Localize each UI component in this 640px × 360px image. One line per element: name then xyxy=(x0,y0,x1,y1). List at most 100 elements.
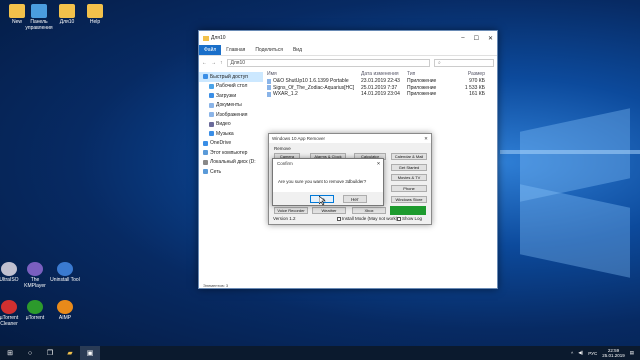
nav-item[interactable]: Рабочий стол xyxy=(199,82,263,92)
search-icon[interactable]: ○ xyxy=(20,346,40,360)
confirm-titlebar[interactable]: Confirm ✕ xyxy=(273,159,383,168)
file-name-cell: Signs_Of_The_Zodiac-Aquarius[HC] xyxy=(267,85,361,91)
file-row[interactable]: Signs_Of_The_Zodiac-Aquarius[HC] 25.01.20… xyxy=(263,85,497,92)
nav-item-label: OneDrive xyxy=(210,140,232,147)
address-bar[interactable]: Для10 xyxy=(226,58,430,67)
file-name-cell: WXAR_1.2 xyxy=(267,91,361,97)
maximize-icon[interactable]: ☐ xyxy=(474,35,479,42)
column-header[interactable]: Тип xyxy=(407,71,447,77)
file-type: Приложение xyxy=(407,91,437,98)
nav-item[interactable]: Изображения xyxy=(199,110,263,120)
desktop-icon[interactable]: The KMPlayer xyxy=(20,262,50,289)
nav-item[interactable]: Быстрый доступ xyxy=(199,72,263,82)
desktop-icon[interactable]: Uninstall Tool xyxy=(50,262,80,283)
ribbon-tab[interactable]: Файл xyxy=(199,45,222,55)
search-box[interactable]: ⌕ xyxy=(434,58,494,67)
ribbon-tab[interactable]: Поделиться xyxy=(250,45,288,55)
no-button[interactable]: Нет xyxy=(343,195,367,203)
app-remove-button[interactable]: Xbox xyxy=(352,207,386,214)
file-name: O&O ShutUp10 1.6.1399 Portable xyxy=(273,78,349,85)
confirm-dialog[interactable]: Confirm ✕ Are you sure you want to remov… xyxy=(272,158,384,206)
checkbox-box[interactable] xyxy=(397,216,401,221)
nav-item[interactable]: Видео xyxy=(199,120,263,130)
app-remove-button[interactable]: Windows Store xyxy=(391,196,427,203)
file-explorer-taskbar-icon[interactable]: ▰ xyxy=(60,346,80,360)
shortcut-icon xyxy=(27,300,43,314)
checkbox-box[interactable] xyxy=(337,216,341,221)
shortcut-icon xyxy=(27,262,43,276)
ribbon-tabs: Файл Главная Поделиться Вид xyxy=(199,45,497,55)
notifications-icon[interactable]: ▤ xyxy=(630,350,634,356)
desktop-icon-label: Для10 xyxy=(59,19,75,25)
desktop-icon-label: µTorrent xyxy=(25,315,45,321)
remove-label: Remove xyxy=(274,146,291,151)
app-remove-button[interactable]: Get Started xyxy=(391,164,427,171)
up-arrow-icon[interactable]: ↑ xyxy=(220,60,223,66)
nav-item[interactable]: Этот компьютер xyxy=(199,148,263,158)
language-indicator[interactable]: РУС xyxy=(588,351,597,356)
minimize-icon[interactable]: – xyxy=(461,35,464,42)
app-remover-taskbar-icon[interactable]: ▣ xyxy=(80,346,100,360)
ribbon-tab[interactable]: Вид xyxy=(288,45,307,55)
nav-item[interactable]: Музыка xyxy=(199,129,263,139)
column-header[interactable]: Дата изменения xyxy=(361,71,407,77)
app-remove-button[interactable]: Movies & TV xyxy=(391,174,427,181)
nav-item-icon xyxy=(209,83,214,89)
file-row[interactable]: O&O ShutUp10 1.6.1399 Portable 23.01.2019… xyxy=(263,78,497,85)
start-windows-icon[interactable]: ⊞ xyxy=(0,346,20,360)
speaker-icon[interactable]: ◀) xyxy=(578,350,583,356)
desktop-icon[interactable]: Панель управления xyxy=(24,4,54,31)
install-mode-checkbox[interactable]: Install Mode (May not work) xyxy=(337,216,397,221)
nav-item[interactable]: Документы xyxy=(199,101,263,111)
explorer-titlebar[interactable]: Для10 – ☐ ✕ xyxy=(199,31,497,45)
nav-item-label: Сеть xyxy=(210,168,222,175)
desktop-icon-label: Help xyxy=(89,19,101,25)
shortcut-icon xyxy=(1,262,17,276)
nav-item-label: Изображения xyxy=(216,111,248,118)
nav-item-label: Загрузки xyxy=(216,92,237,99)
app-remover-titlebar[interactable]: Windows 10 App Remover ✕ xyxy=(269,134,431,143)
shortcut-icon xyxy=(57,300,73,314)
ribbon-tab[interactable]: Главная xyxy=(221,45,250,55)
nav-item[interactable]: Загрузки xyxy=(199,91,263,101)
file-type: Приложение xyxy=(407,84,437,91)
nav-item-icon xyxy=(209,121,214,127)
app-remover-title: Windows 10 App Remover xyxy=(272,136,326,141)
show-log-checkbox[interactable]: Show Log xyxy=(397,216,422,221)
nav-item[interactable]: Сеть xyxy=(199,167,263,177)
nav-item-icon xyxy=(203,159,208,165)
desktop-icon-label: The KMPlayer xyxy=(24,277,46,289)
nav-item-label: Локальный диск (D: xyxy=(210,159,256,166)
clock-date: 25.01.2019 xyxy=(602,353,625,358)
nav-item[interactable]: Локальный диск (D: xyxy=(199,158,263,168)
file-date: 23.01.2019 22:43 xyxy=(361,78,400,85)
desktop-icon[interactable]: Help xyxy=(80,4,110,25)
nav-item-label: Музыка xyxy=(216,130,234,137)
desktop-icon[interactable]: µTorrent xyxy=(20,300,50,321)
version-label: Version 1.2 xyxy=(273,216,296,221)
chevron-up-icon[interactable]: ^ xyxy=(571,351,573,356)
file-name: WXAR_1.2 xyxy=(273,91,298,98)
nav-item-icon xyxy=(209,112,214,118)
back-arrow-icon[interactable]: ← xyxy=(202,60,207,66)
file-name-cell: O&O ShutUp10 1.6.1399 Portable xyxy=(267,78,361,84)
close-icon[interactable]: ✕ xyxy=(374,159,383,168)
mouse-cursor-icon xyxy=(319,196,326,206)
close-icon[interactable]: ✕ xyxy=(488,35,493,42)
desktop-icon[interactable]: AIMP xyxy=(50,300,80,321)
forward-arrow-icon[interactable]: → xyxy=(211,60,216,66)
column-header[interactable]: Размер xyxy=(447,71,485,77)
nav-item[interactable]: OneDrive xyxy=(199,139,263,149)
task-view-icon[interactable]: ❐ xyxy=(40,346,60,360)
app-remove-button[interactable]: Voice Recorder xyxy=(274,207,308,214)
address-bar-row: ← → ↑ Для10 ⌕ xyxy=(199,55,497,69)
column-header[interactable]: Имя xyxy=(267,71,361,77)
app-remove-button[interactable]: Calendar & Mail xyxy=(391,153,427,160)
desktop-icon[interactable]: Для10 xyxy=(52,4,82,25)
app-remove-button[interactable]: Phone xyxy=(391,185,427,192)
close-icon[interactable]: ✕ xyxy=(421,134,431,143)
app-remove-button[interactable]: Weather xyxy=(312,207,346,214)
file-name: Signs_Of_The_Zodiac-Aquarius[HC] xyxy=(273,84,355,91)
file-row[interactable]: WXAR_1.2 14.01.2019 23:04 Приложение 161 КБ xyxy=(263,91,497,98)
clock[interactable]: 22:59 25.01.2019 xyxy=(602,348,625,358)
